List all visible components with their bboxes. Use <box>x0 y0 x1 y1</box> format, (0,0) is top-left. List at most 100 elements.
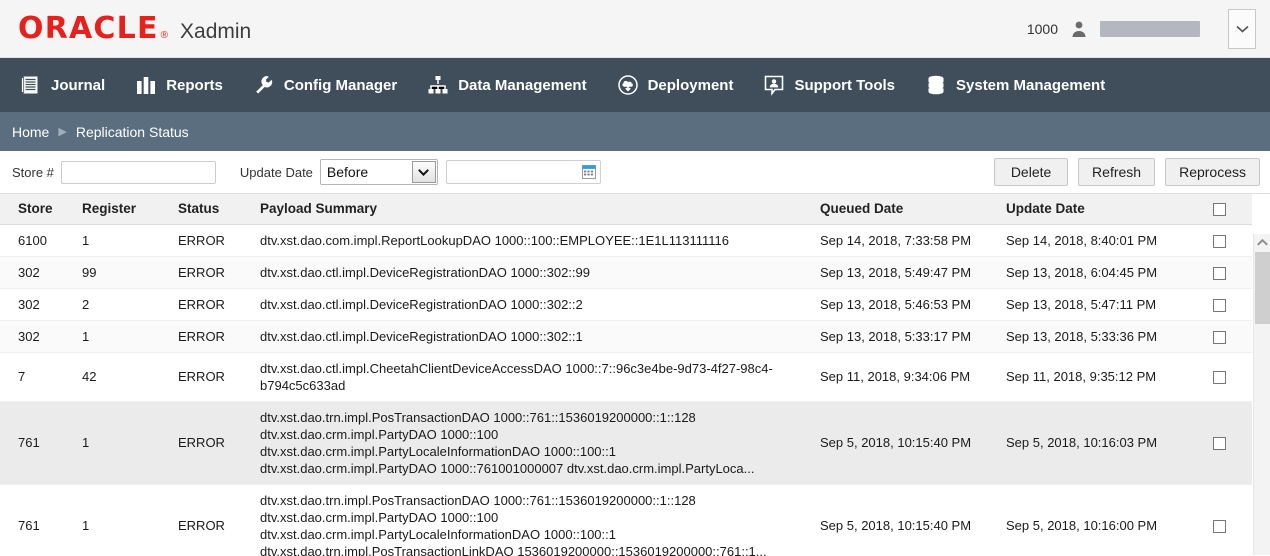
column-header-payload-summary[interactable]: Payload Summary <box>260 194 820 225</box>
payload-line: dtv.xst.dao.ctl.impl.DeviceRegistrationD… <box>260 264 590 280</box>
cell-update-date: Sep 13, 2018, 6:04:45 PM <box>1006 256 1192 289</box>
cell-update-date: Sep 13, 2018, 5:33:36 PM <box>1006 320 1192 353</box>
payload-line: dtv.xst.dao.trn.impl.PosTransactionDAO 1… <box>260 492 696 508</box>
table-header-row: Store Register Status Payload Summary Qu… <box>0 194 1252 225</box>
table-row[interactable]: 302 2 ERROR dtv.xst.dao.ctl.impl.DeviceRegi… <box>0 288 1252 321</box>
nav-label-journal: Journal <box>51 76 106 94</box>
cell-store: 302 <box>0 320 82 353</box>
table-vertical-scrollbar[interactable] <box>1253 234 1270 555</box>
payload-line: dtv.xst.dao.ctl.impl.CheetahClientDevice… <box>260 360 773 376</box>
brand: ORACLE ® Xadmin <box>18 13 252 44</box>
table-body: 6100 1 ERROR dtv.xst.dao.com.impl.ReportLoo… <box>0 224 1252 556</box>
cell-row-select <box>1192 320 1252 353</box>
cell-register: 42 <box>82 352 178 402</box>
column-header-update-date[interactable]: Update Date <box>1006 194 1192 225</box>
cell-status: ERROR <box>178 484 260 556</box>
table-row[interactable]: 761 1 ERROR dtv.xst.dao.trn.impl.PosTransac… <box>0 401 1252 485</box>
cell-row-select <box>1192 352 1252 402</box>
cell-queued-date: Sep 14, 2018, 7:33:58 PM <box>820 224 1006 257</box>
cell-update-date: Sep 13, 2018, 5:47:11 PM <box>1006 288 1192 321</box>
table-row[interactable]: 761 1 ERROR dtv.xst.dao.trn.impl.PosTransac… <box>0 484 1252 556</box>
update-date-field[interactable] <box>445 160 601 184</box>
user-menu-button[interactable] <box>1228 8 1256 49</box>
update-date-label: Update Date <box>239 164 313 180</box>
row-checkbox[interactable] <box>1212 234 1226 248</box>
cell-payload-summary: dtv.xst.dao.trn.impl.PosTransactionDAO 1… <box>260 484 820 556</box>
store-number-input[interactable] <box>60 160 216 184</box>
journal-book-icon <box>20 74 42 96</box>
cell-status: ERROR <box>178 224 260 257</box>
header-store-number: 1000 <box>1026 20 1058 37</box>
cloud-download-icon <box>617 74 639 96</box>
column-header-register[interactable]: Register <box>82 194 178 225</box>
nav-item-support-tools[interactable]: Support Tools <box>761 70 897 100</box>
store-number-label: Store # <box>12 164 54 180</box>
nav-item-system-management[interactable]: System Management <box>923 70 1107 100</box>
cell-payload-summary: dtv.xst.dao.ctl.impl.CheetahClientDevice… <box>260 352 820 402</box>
nav-label-system-management: System Management <box>956 76 1106 94</box>
row-checkbox[interactable] <box>1212 266 1226 280</box>
user-name-redacted <box>1100 20 1200 37</box>
cell-store: 302 <box>0 288 82 321</box>
cell-row-select <box>1192 401 1252 485</box>
payload-line: dtv.xst.dao.crm.impl.PartyDAO 1000::7610… <box>260 460 755 476</box>
payload-line: b794c5c633ad <box>260 377 346 393</box>
column-header-queued-date[interactable]: Queued Date <box>820 194 1006 225</box>
cell-payload-summary: dtv.xst.dao.ctl.impl.DeviceRegistrationD… <box>260 288 820 321</box>
row-checkbox[interactable] <box>1212 371 1226 385</box>
nav-item-reports[interactable]: Reports <box>133 70 225 100</box>
person-speech-bubble-icon <box>763 74 785 96</box>
column-header-store[interactable]: Store <box>0 194 82 225</box>
cell-row-select <box>1192 256 1252 289</box>
row-checkbox[interactable] <box>1212 330 1226 344</box>
nav-item-deployment[interactable]: Deployment <box>615 70 736 100</box>
cell-register: 1 <box>82 401 178 485</box>
cell-queued-date: Sep 5, 2018, 10:15:40 PM <box>820 484 1006 556</box>
column-header-status[interactable]: Status <box>178 194 260 225</box>
table-row[interactable]: 302 1 ERROR dtv.xst.dao.ctl.impl.DeviceRegi… <box>0 320 1252 353</box>
cell-update-date: Sep 14, 2018, 8:40:01 PM <box>1006 224 1192 257</box>
filter-toolbar: Store # Update Date Before Delete Refres… <box>0 151 1270 194</box>
select-all-checkbox[interactable] <box>1212 203 1226 217</box>
cell-register: 99 <box>82 256 178 289</box>
cell-store: 302 <box>0 256 82 289</box>
nav-item-config-manager[interactable]: Config Manager <box>251 70 399 100</box>
date-operator-dropdown-button[interactable] <box>411 161 436 183</box>
cell-store: 6100 <box>0 224 82 257</box>
date-operator-select[interactable]: Before <box>319 159 438 185</box>
nav-item-data-management[interactable]: Data Management <box>425 70 588 100</box>
cell-row-select <box>1192 288 1252 321</box>
cell-store: 7 <box>0 352 82 402</box>
app-name: Xadmin <box>180 19 252 43</box>
table-row[interactable]: 7 42 ERROR dtv.xst.dao.ctl.impl.CheetahClie… <box>0 352 1252 402</box>
sitemap-icon <box>427 74 449 96</box>
breadcrumb-home-link[interactable]: Home <box>12 124 49 140</box>
cell-store: 761 <box>0 484 82 556</box>
calendar-icon[interactable] <box>581 165 596 179</box>
cell-payload-summary: dtv.xst.dao.ctl.impl.DeviceRegistrationD… <box>260 320 820 353</box>
payload-line: dtv.xst.dao.ctl.impl.DeviceRegistrationD… <box>260 328 583 344</box>
cell-status: ERROR <box>178 256 260 289</box>
refresh-button[interactable]: Refresh <box>1078 158 1156 186</box>
cell-status: ERROR <box>178 401 260 485</box>
delete-button[interactable]: Delete <box>994 158 1069 186</box>
nav-item-journal[interactable]: Journal <box>18 70 107 100</box>
table-row[interactable]: 302 99 ERROR dtv.xst.dao.ctl.impl.DeviceReg… <box>0 256 1252 289</box>
scrollbar-thumb[interactable] <box>1255 252 1270 324</box>
update-date-input[interactable] <box>446 161 600 183</box>
cell-queued-date: Sep 5, 2018, 10:15:40 PM <box>820 401 1006 485</box>
cell-update-date: Sep 5, 2018, 10:16:00 PM <box>1006 484 1192 556</box>
cell-payload-summary: dtv.xst.dao.ctl.impl.DeviceRegistrationD… <box>260 256 820 289</box>
table-row[interactable]: 6100 1 ERROR dtv.xst.dao.com.impl.ReportLoo… <box>0 224 1252 257</box>
row-checkbox[interactable] <box>1212 437 1226 451</box>
scroll-up-button[interactable] <box>1254 234 1270 251</box>
payload-line: dtv.xst.dao.trn.impl.PosTransactionDAO 1… <box>260 409 696 425</box>
wrench-icon <box>253 74 275 96</box>
row-checkbox[interactable] <box>1212 298 1226 312</box>
column-header-select-all <box>1192 194 1252 225</box>
nav-label-data-management: Data Management <box>458 76 587 94</box>
registered-trademark-icon: ® <box>160 29 169 41</box>
row-checkbox[interactable] <box>1212 520 1226 534</box>
chevron-down-icon <box>1235 25 1249 33</box>
reprocess-button[interactable]: Reprocess <box>1165 158 1260 186</box>
